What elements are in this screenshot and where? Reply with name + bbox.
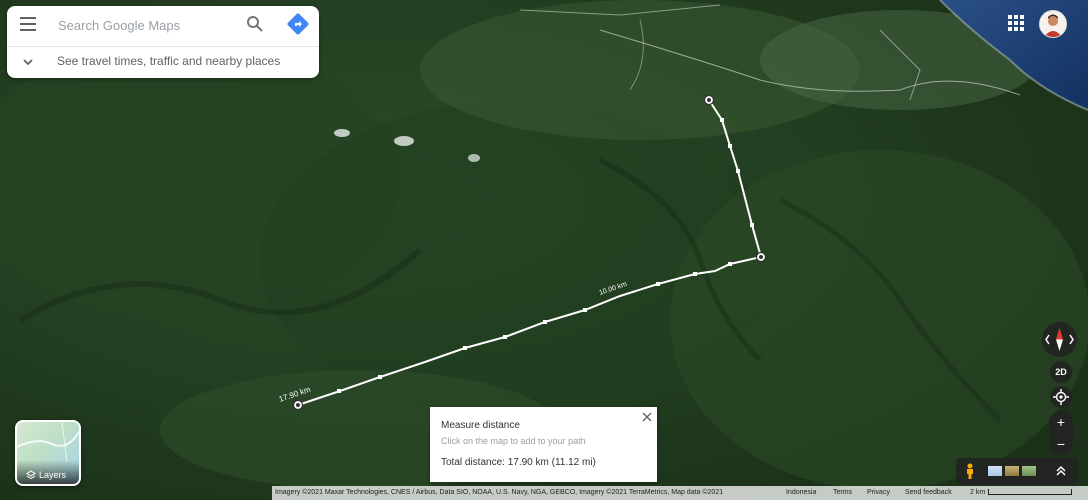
search-row xyxy=(7,6,319,42)
measure-total: Total distance: 17.90 km (11.12 mi) xyxy=(441,457,596,468)
search-input[interactable] xyxy=(56,14,240,36)
my-location-icon xyxy=(1053,389,1069,405)
close-icon[interactable] xyxy=(641,411,653,423)
measure-title: Measure distance xyxy=(441,420,520,431)
apps-icon[interactable] xyxy=(1008,15,1024,31)
layers-icon xyxy=(26,470,36,480)
measure-hint: Click on the map to add to your path xyxy=(441,436,586,446)
search-icon[interactable] xyxy=(246,15,264,33)
scale-bar xyxy=(988,489,1072,495)
zoom-in-button[interactable]: + xyxy=(1049,411,1073,433)
measure-distance-card: Measure distance Click on the map to add… xyxy=(430,407,657,482)
expand-nearby-button[interactable]: See travel times, traffic and nearby pla… xyxy=(7,47,319,78)
layers-button[interactable]: Layers xyxy=(15,420,81,486)
send-feedback-link[interactable]: Send feedback xyxy=(905,489,952,496)
zoom-out-button[interactable]: − xyxy=(1049,433,1073,455)
terms-link[interactable]: Terms xyxy=(833,489,852,496)
expand-label: See travel times, traffic and nearby pla… xyxy=(57,54,281,68)
privacy-link[interactable]: Privacy xyxy=(867,489,890,496)
imagery-credit: Imagery ©2021 Maxar Technologies, CNES /… xyxy=(275,489,724,496)
directions-icon[interactable] xyxy=(287,13,309,35)
layers-label: Layers xyxy=(39,470,67,480)
chevron-down-icon xyxy=(23,59,33,66)
imagery-thumb-1[interactable] xyxy=(988,466,1002,476)
pegman-icon[interactable] xyxy=(964,463,976,479)
search-panel: See travel times, traffic and nearby pla… xyxy=(7,6,319,78)
compass-icon xyxy=(1045,328,1074,351)
avatar[interactable] xyxy=(1039,10,1067,38)
country-link[interactable]: Indonesia xyxy=(786,489,816,496)
compass-control[interactable] xyxy=(1042,322,1077,357)
zoom-control: + − xyxy=(1049,411,1073,455)
attribution-bar: Imagery ©2021 Maxar Technologies, CNES /… xyxy=(272,486,1088,500)
bottom-controls xyxy=(956,458,1078,484)
chevron-up-icon[interactable] xyxy=(1055,464,1067,478)
menu-icon[interactable] xyxy=(20,17,36,31)
imagery-thumb-2[interactable] xyxy=(1005,466,1019,476)
layers-label-bg: Layers xyxy=(17,460,79,484)
my-location-button[interactable] xyxy=(1050,386,1072,408)
imagery-thumb-3[interactable] xyxy=(1022,466,1036,476)
view-2d-button[interactable]: 2D xyxy=(1050,361,1072,383)
scale-label[interactable]: 2 km xyxy=(970,489,985,496)
